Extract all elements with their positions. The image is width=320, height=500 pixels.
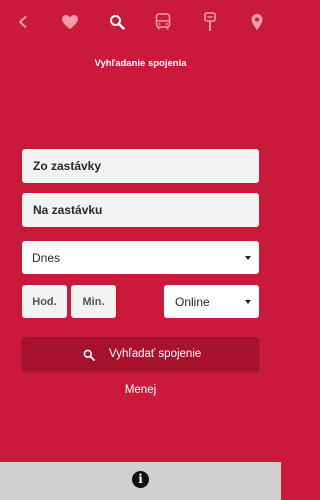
bus-stop-icon[interactable] <box>199 11 221 33</box>
mode-select-value: Online <box>175 294 210 309</box>
search-icon <box>83 348 95 366</box>
mode-select[interactable]: Online <box>164 285 259 318</box>
hour-input[interactable]: Hod. <box>22 285 67 318</box>
page-title: Vyhľadanie spojenia <box>94 58 187 69</box>
search-icon[interactable] <box>106 11 128 33</box>
date-select-value: Dnes <box>32 250 61 265</box>
top-navigation-bar <box>0 0 281 44</box>
date-select[interactable]: Dnes <box>22 241 259 274</box>
chevron-down-icon <box>245 255 251 260</box>
search-connection-label: Vyhľadať spojenie <box>109 348 202 360</box>
minute-input[interactable]: Min. <box>71 285 116 318</box>
search-connection-button[interactable]: Vyhľadať spojenie <box>22 337 259 371</box>
bus-icon[interactable] <box>152 11 174 33</box>
info-icon[interactable]: i <box>132 471 149 488</box>
less-options-link[interactable]: Menej <box>0 384 281 396</box>
heart-icon[interactable] <box>59 11 81 33</box>
map-pin-icon[interactable] <box>246 11 268 33</box>
from-stop-field[interactable]: Zo zastávky <box>22 149 259 183</box>
to-stop-field[interactable]: Na zastávku <box>22 193 259 227</box>
back-arrow-icon[interactable] <box>12 11 34 33</box>
chevron-down-icon <box>245 299 251 304</box>
